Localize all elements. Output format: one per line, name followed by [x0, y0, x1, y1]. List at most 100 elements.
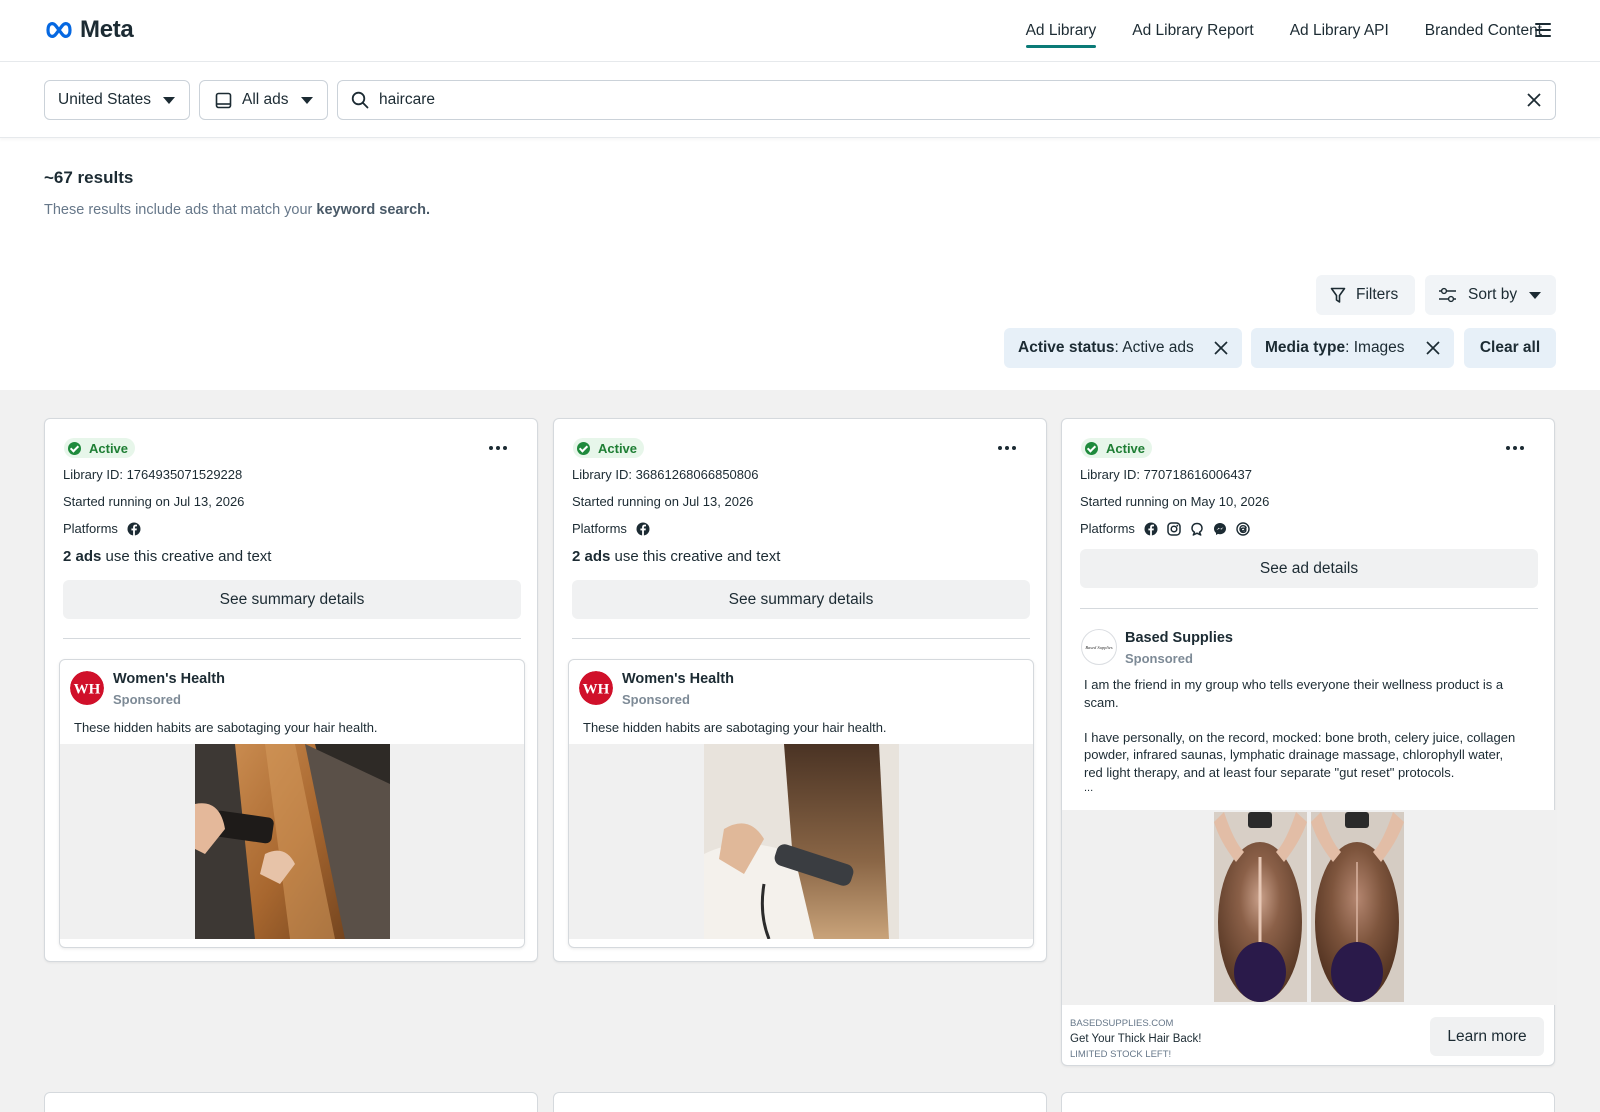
advertiser-name[interactable]: Women's Health	[113, 671, 225, 687]
search-input[interactable]	[379, 91, 1479, 109]
see-ad-details-button[interactable]: See ad details	[1080, 549, 1538, 588]
womens-health-avatar: WH	[579, 671, 613, 705]
advertiser-name[interactable]: Women's Health	[622, 671, 734, 687]
chevron-down-icon	[300, 96, 313, 104]
library-id: Library ID: 770718616006437	[1080, 467, 1253, 482]
meta-logo[interactable]: Meta	[44, 16, 134, 44]
filters-button[interactable]: Filters	[1316, 275, 1415, 315]
creative-count: 2 ads use this creative and text	[572, 548, 780, 565]
country-select-label: United States	[58, 91, 152, 108]
sponsored-label: Sponsored	[1125, 651, 1193, 666]
search-bar-row: United States All ads	[0, 62, 1600, 138]
ad-type-select[interactable]: All ads	[199, 80, 328, 120]
sponsored-label: Sponsored	[113, 692, 181, 707]
link-domain: BASEDSUPPLIES.COM	[1070, 1018, 1174, 1029]
body-line: red light therapy, and at least four sep…	[1084, 764, 1455, 780]
filter-chip-media-type[interactable]: Media type : Images	[1251, 328, 1454, 368]
sliders-icon	[1439, 287, 1456, 303]
ad-preview[interactable]: WH Women's Health Sponsored These hidden…	[59, 659, 525, 948]
search-field[interactable]	[337, 80, 1556, 120]
platforms-row: Platforms	[63, 521, 141, 536]
facebook-icon	[127, 522, 141, 536]
clear-search-icon[interactable]	[1526, 92, 1542, 108]
results-note-bold: keyword search.	[316, 202, 431, 218]
facebook-icon	[1144, 522, 1158, 536]
search-icon	[351, 91, 369, 109]
nav-ad-library-report[interactable]: Ad Library Report	[1132, 0, 1253, 62]
more-options-icon[interactable]	[1506, 446, 1524, 450]
sort-by-button[interactable]: Sort by	[1425, 275, 1556, 315]
start-date: Started running on Jul 13, 2026	[572, 494, 754, 509]
status-label: Active	[1106, 440, 1146, 456]
menu-icon[interactable]	[1535, 23, 1551, 37]
ad-card: Active Library ID: 36861268066850806 Sta…	[553, 418, 1047, 962]
audience-network-icon	[1190, 522, 1204, 536]
ad-type-select-label: All ads	[242, 91, 289, 108]
platforms-label: Platforms	[572, 521, 627, 536]
clear-all-button[interactable]: Clear all	[1464, 328, 1556, 368]
see-summary-details-button[interactable]: See summary details	[572, 580, 1030, 619]
ad-card-partial	[44, 1092, 538, 1112]
ad-image-hair-straightening	[704, 744, 899, 939]
sort-by-label: Sort by	[1468, 286, 1518, 303]
ad-image-area	[569, 744, 1033, 939]
divider	[572, 638, 1030, 639]
start-date: Started running on Jul 13, 2026	[63, 494, 245, 509]
divider	[1080, 608, 1538, 609]
messenger-icon	[1213, 522, 1227, 536]
nav-branded-content[interactable]: Branded Content	[1425, 0, 1542, 62]
link-headline[interactable]: Get Your Thick Hair Back!	[1070, 1033, 1201, 1045]
results-note: These results include ads that match you…	[44, 202, 430, 218]
logo-text: Meta	[80, 16, 134, 43]
body-line: powder, infrared saunas, lymphatic drain…	[1084, 747, 1504, 762]
close-icon[interactable]	[1214, 341, 1228, 355]
ads-count: 2 ads	[572, 548, 611, 565]
avatar-text: Based Supplies	[1085, 645, 1113, 650]
ad-card: Active Library ID: 770718616006437 Start…	[1061, 418, 1556, 1066]
body-line: scam.	[1084, 694, 1119, 710]
see-summary-details-button[interactable]: See summary details	[63, 580, 521, 619]
body-line: I am the friend in my group who tells ev…	[1084, 677, 1504, 692]
check-circle-icon	[68, 441, 81, 455]
status-badge: Active	[573, 438, 645, 458]
nav-ad-library[interactable]: Ad Library	[1025, 0, 1096, 62]
more-options-icon[interactable]	[998, 446, 1016, 450]
advertiser-name[interactable]: Based Supplies	[1125, 630, 1233, 646]
check-circle-icon	[1085, 441, 1098, 455]
ad-preview[interactable]: WH Women's Health Sponsored These hidden…	[568, 659, 1034, 948]
sponsored-label: Sponsored	[622, 692, 690, 707]
chevron-down-icon	[1529, 291, 1542, 299]
filter-chip-active-status[interactable]: Active status : Active ads	[1004, 328, 1242, 368]
threads-icon	[1236, 521, 1250, 536]
ad-card: Active Library ID: 1764935071529228 Star…	[44, 418, 538, 962]
ad-image-area	[60, 744, 524, 939]
ad-image-hair-brushing	[195, 744, 390, 939]
nav-ad-library-api[interactable]: Ad Library API	[1290, 0, 1389, 62]
nav-links: Ad Library Ad Library Report Ad Library …	[1025, 0, 1542, 62]
clear-all-label: Clear all	[1479, 339, 1541, 356]
filters-label: Filters	[1356, 286, 1399, 303]
close-icon[interactable]	[1426, 341, 1440, 355]
library-id: Library ID: 1764935071529228	[63, 467, 243, 482]
womens-health-avatar: WH	[70, 671, 104, 705]
more-options-icon[interactable]	[489, 446, 507, 450]
results-note-text: These results include ads that match you…	[44, 202, 313, 218]
chip-value: : Images	[1345, 339, 1405, 356]
ad-body-text: These hidden habits are sabotaging your …	[583, 720, 887, 735]
divider	[63, 638, 521, 639]
based-supplies-avatar: Based Supplies	[1081, 629, 1117, 665]
learn-more-button[interactable]: Learn more	[1430, 1017, 1544, 1056]
link-caption: LIMITED STOCK LEFT!	[1070, 1049, 1172, 1060]
ad-type-icon	[215, 92, 232, 108]
start-date: Started running on May 10, 2026	[1080, 494, 1270, 509]
ad-body-text: I am the friend in my group who tells ev…	[1084, 676, 1534, 795]
ads-suffix: use this creative and text	[610, 548, 781, 565]
chip-value: : Active ads	[1114, 339, 1194, 356]
instagram-icon	[1167, 521, 1181, 536]
ad-image-area[interactable]	[1062, 810, 1556, 1005]
avatar-text: WH	[74, 682, 101, 698]
body-ellipsis: ...	[1084, 782, 1094, 794]
country-select[interactable]: United States	[44, 80, 190, 120]
status-label: Active	[598, 440, 638, 456]
platforms-row: Platforms	[1080, 521, 1250, 536]
